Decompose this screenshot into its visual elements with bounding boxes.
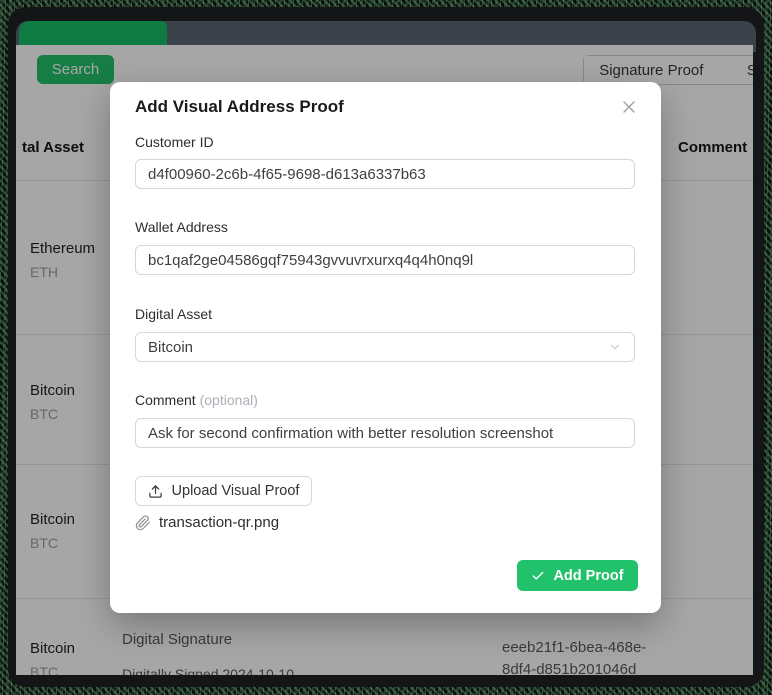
digital-asset-selected-value: Bitcoin — [148, 339, 608, 356]
attachment-row: transaction-qr.png — [135, 514, 279, 531]
add-visual-address-proof-modal: Add Visual Address Proof Customer ID Wal… — [110, 82, 661, 613]
close-icon[interactable] — [619, 97, 639, 117]
upload-icon — [148, 484, 163, 499]
comment-label: Comment (optional) — [135, 392, 258, 408]
chevron-down-icon — [608, 340, 622, 354]
upload-button-label: Upload Visual Proof — [172, 483, 300, 499]
wallet-address-label: Wallet Address — [135, 219, 228, 235]
add-proof-button-label: Add Proof — [553, 568, 623, 584]
customer-id-field[interactable] — [135, 159, 635, 189]
upload-visual-proof-button[interactable]: Upload Visual Proof — [135, 476, 312, 506]
modal-title: Add Visual Address Proof — [135, 97, 344, 117]
add-proof-button[interactable]: Add Proof — [517, 560, 638, 591]
comment-optional-tag: (optional) — [200, 392, 258, 408]
check-icon — [531, 569, 545, 583]
comment-field[interactable] — [135, 418, 635, 448]
comment-label-text: Comment — [135, 392, 196, 408]
browser-window: Search Signature Proof Sato tal Asset Co… — [8, 7, 764, 687]
attachment-filename: transaction-qr.png — [159, 514, 279, 531]
page-content: Search Signature Proof Sato tal Asset Co… — [16, 45, 753, 675]
digital-asset-label: Digital Asset — [135, 306, 212, 322]
customer-id-label: Customer ID — [135, 134, 214, 150]
digital-asset-select[interactable]: Bitcoin — [135, 332, 635, 362]
wallet-address-field[interactable] — [135, 245, 635, 275]
paperclip-icon — [135, 515, 151, 531]
